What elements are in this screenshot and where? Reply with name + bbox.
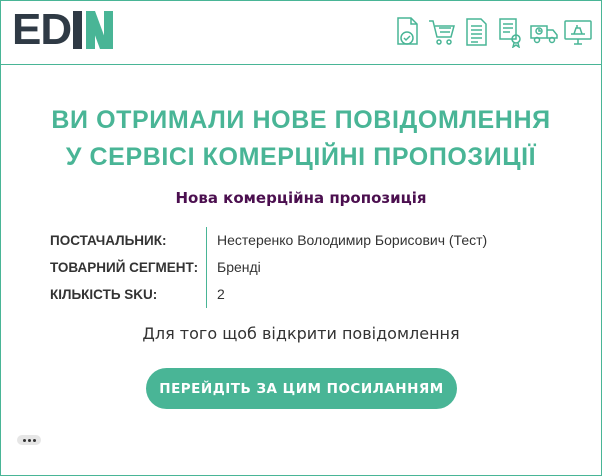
title-line-1: ВИ ОТРИМАЛИ НОВЕ ПОВІДОМЛЕННЯ: [51, 106, 551, 134]
details-value: 2: [206, 281, 225, 308]
details-row: КІЛЬКІСТЬ SKU: 2: [50, 281, 487, 308]
details-value: Нестеренко Володимир Борисович (Тест): [206, 227, 487, 254]
shopping-cart-icon: [427, 15, 457, 49]
subheading: Нова комерційна пропозиція: [175, 189, 427, 207]
document-check-icon: [393, 15, 423, 49]
dot-icon: [27, 438, 31, 442]
details-label: КІЛЬКІСТЬ SKU:: [50, 287, 158, 302]
details-label: ПОСТАЧАЛЬНИК:: [50, 233, 167, 248]
email-header: ED: [1, 1, 601, 65]
details-label: ТОВАРНИЙ СЕГМЕНТ:: [50, 260, 199, 275]
logo-n-mark: [73, 11, 118, 49]
details-row: ПОСТАЧАЛЬНИК: Нестеренко Володимир Борис…: [50, 227, 487, 254]
page-title: ВИ ОТРИМАЛИ НОВЕ ПОВІДОМЛЕННЯ У СЕРВІСІ …: [0, 102, 602, 176]
open-link-button[interactable]: ПЕРЕЙДІТЬ ЗА ЦИМ ПОСИЛАННЯМ: [146, 368, 457, 409]
open-instructions: Для того щоб відкрити повідомлення: [142, 324, 460, 343]
details-value: Бренді: [206, 254, 261, 281]
more-options-button[interactable]: [17, 435, 41, 445]
invoice-document-icon: [461, 15, 491, 49]
logo-text-dark: ED: [12, 5, 72, 54]
monitor-shipping-icon: [563, 15, 593, 49]
header-icons: [393, 15, 593, 49]
details-table: ПОСТАЧАЛЬНИК: Нестеренко Володимир Борис…: [50, 227, 487, 308]
title-line-2: У СЕРВІСІ КОМЕРЦІЙНІ ПРОПОЗИЦІЇ: [65, 143, 537, 171]
details-row: ТОВАРНИЙ СЕГМЕНТ: Бренді: [50, 254, 487, 281]
certificate-document-icon: [495, 15, 525, 49]
edin-logo: ED: [12, 5, 118, 54]
dot-icon: [22, 438, 26, 442]
dot-icon: [32, 438, 36, 442]
delivery-truck-icon: [529, 15, 559, 49]
